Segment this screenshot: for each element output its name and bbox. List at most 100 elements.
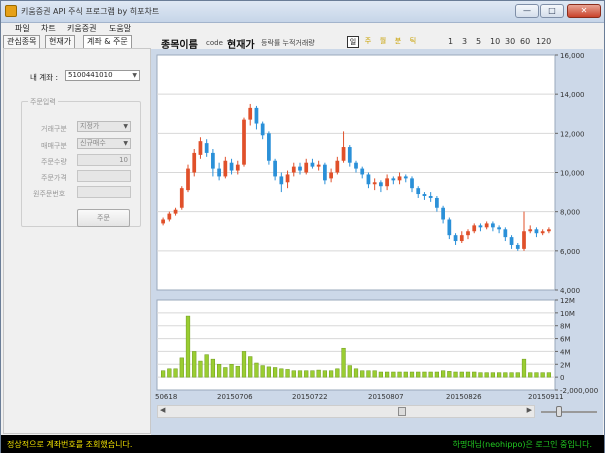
trade-type-select[interactable]: 지정가 ▼ bbox=[77, 121, 131, 132]
volume-bar bbox=[185, 315, 191, 378]
period-tab-day[interactable]: 일 bbox=[347, 36, 359, 48]
candle-body bbox=[534, 229, 539, 234]
volume-bar bbox=[322, 370, 328, 378]
volume-bar bbox=[341, 347, 346, 378]
volume-bar bbox=[291, 370, 296, 378]
candle-body bbox=[478, 225, 483, 228]
volume-bar bbox=[204, 354, 209, 378]
chart-scrollbar[interactable]: ◀ ▶ bbox=[157, 405, 535, 418]
candle-body bbox=[204, 143, 209, 153]
tab-current-price[interactable]: 현재가 bbox=[45, 35, 76, 48]
title-bar: 키움증권 API 주식 프로그램 by 히포차트 — □ ✕ bbox=[1, 1, 604, 23]
period-tab-tick[interactable]: 틱 bbox=[407, 36, 419, 48]
candle-body bbox=[360, 168, 365, 175]
period-tab-week[interactable]: 주 bbox=[362, 36, 374, 48]
candle-body bbox=[491, 223, 495, 228]
candle-body bbox=[173, 209, 178, 214]
scroll-right-icon[interactable]: ▶ bbox=[527, 406, 532, 414]
chart-area: 16,000 14,000 12,000 10,000 8,000 6,000 4,000 1… bbox=[151, 49, 603, 435]
volume-bar bbox=[241, 351, 247, 378]
order-submit-button[interactable]: 주문 bbox=[77, 209, 130, 227]
tab-account-order[interactable]: 계좌 & 주문 bbox=[83, 35, 132, 48]
tab-watchlist[interactable]: 관심종목 bbox=[3, 35, 41, 48]
price-tick-label: 10,000 bbox=[560, 170, 585, 178]
interval-30[interactable]: 30 bbox=[505, 37, 515, 46]
interval-5[interactable]: 5 bbox=[476, 37, 481, 46]
zoom-slider-thumb[interactable] bbox=[556, 406, 562, 417]
candle-body bbox=[198, 141, 203, 155]
volume-bar bbox=[503, 372, 508, 378]
maximize-button[interactable]: □ bbox=[540, 4, 564, 18]
candle-body bbox=[291, 166, 296, 173]
volume-bar bbox=[304, 370, 309, 378]
volume-bar bbox=[478, 372, 483, 378]
stock-chart[interactable]: 16,000 14,000 12,000 10,000 8,000 6,000 4,000 1… bbox=[151, 49, 603, 404]
interval-10[interactable]: 10 bbox=[490, 37, 500, 46]
side-select[interactable]: 신규매수 ▼ bbox=[77, 138, 131, 149]
qty-label: 주문수량 bbox=[41, 158, 67, 166]
candle-body bbox=[323, 164, 327, 181]
menu-chart[interactable]: 차트 bbox=[41, 23, 56, 34]
candle-body bbox=[528, 229, 533, 232]
orig-order-field[interactable] bbox=[77, 186, 131, 198]
volume-bar bbox=[279, 368, 284, 378]
price-tick-label: 16,000 bbox=[560, 52, 585, 60]
chart-toolbar: 종목이름 code 현재가 등락률 누적거래량 일 주 월 분 틱 1 3 5 … bbox=[155, 35, 603, 51]
volume-bar bbox=[210, 358, 216, 378]
x-tick-label: 20150911 bbox=[528, 393, 564, 401]
app-icon bbox=[5, 5, 17, 17]
candle-body bbox=[248, 107, 253, 120]
candle-body bbox=[298, 166, 302, 171]
candle-body bbox=[453, 235, 458, 242]
interval-120[interactable]: 120 bbox=[536, 37, 551, 46]
volume-bar bbox=[310, 370, 315, 378]
qty-field[interactable]: 10 bbox=[77, 154, 131, 166]
volume-bar bbox=[260, 365, 265, 378]
interval-1[interactable]: 1 bbox=[448, 37, 453, 46]
volume-tick-label: 2M bbox=[560, 361, 571, 369]
volume-bar bbox=[447, 371, 452, 378]
candle-body bbox=[422, 194, 427, 196]
candle-body bbox=[503, 229, 508, 238]
candle-body bbox=[522, 231, 526, 249]
stock-code-label: code bbox=[206, 39, 223, 47]
price-field[interactable] bbox=[77, 170, 131, 182]
candle-body bbox=[229, 162, 234, 171]
candle-body bbox=[459, 235, 464, 242]
menu-kiwoom[interactable]: 키움증권 bbox=[67, 23, 96, 34]
scrollbar-thumb[interactable] bbox=[398, 407, 406, 416]
close-button[interactable]: ✕ bbox=[567, 4, 601, 18]
volume-bar bbox=[235, 365, 240, 378]
interval-3[interactable]: 3 bbox=[462, 37, 467, 46]
price-tick-label: 8,000 bbox=[560, 209, 580, 217]
menu-file[interactable]: 파일 bbox=[15, 23, 30, 34]
scroll-left-icon[interactable]: ◀ bbox=[160, 406, 165, 414]
candle-body bbox=[410, 178, 414, 189]
period-tab-minute[interactable]: 분 bbox=[392, 36, 404, 48]
candle-body bbox=[254, 107, 259, 124]
menu-help[interactable]: 도움말 bbox=[109, 23, 131, 34]
zoom-slider-track[interactable] bbox=[541, 411, 597, 413]
order-group-title: 주문입력 bbox=[28, 97, 58, 107]
volume-bar bbox=[416, 371, 421, 378]
orig-order-label: 원주문번호 bbox=[33, 190, 66, 198]
candle-body bbox=[273, 160, 277, 177]
candle-body bbox=[211, 152, 215, 169]
candle-body bbox=[372, 182, 377, 185]
volume-tick-label: 4M bbox=[560, 348, 571, 356]
volume-bar bbox=[409, 371, 415, 378]
candle-body bbox=[260, 123, 265, 136]
candle-body bbox=[366, 174, 371, 185]
account-select[interactable]: 5100441010 ▼ bbox=[65, 70, 140, 81]
volume-bar bbox=[428, 371, 433, 378]
volume-tick-label: 0 bbox=[560, 374, 564, 382]
candle-body bbox=[447, 219, 452, 236]
interval-60[interactable]: 60 bbox=[520, 37, 530, 46]
candle-body bbox=[167, 213, 172, 220]
account-label: 내 계좌 : bbox=[30, 73, 58, 82]
main-window: 키움증권 API 주식 프로그램 by 히포차트 — □ ✕ 파일 차트 키움증… bbox=[0, 0, 605, 453]
candle-body bbox=[441, 207, 445, 220]
minimize-button[interactable]: — bbox=[515, 4, 539, 18]
period-tab-month[interactable]: 월 bbox=[377, 36, 389, 48]
change-volume-label: 등락률 누적거래량 bbox=[261, 39, 315, 47]
